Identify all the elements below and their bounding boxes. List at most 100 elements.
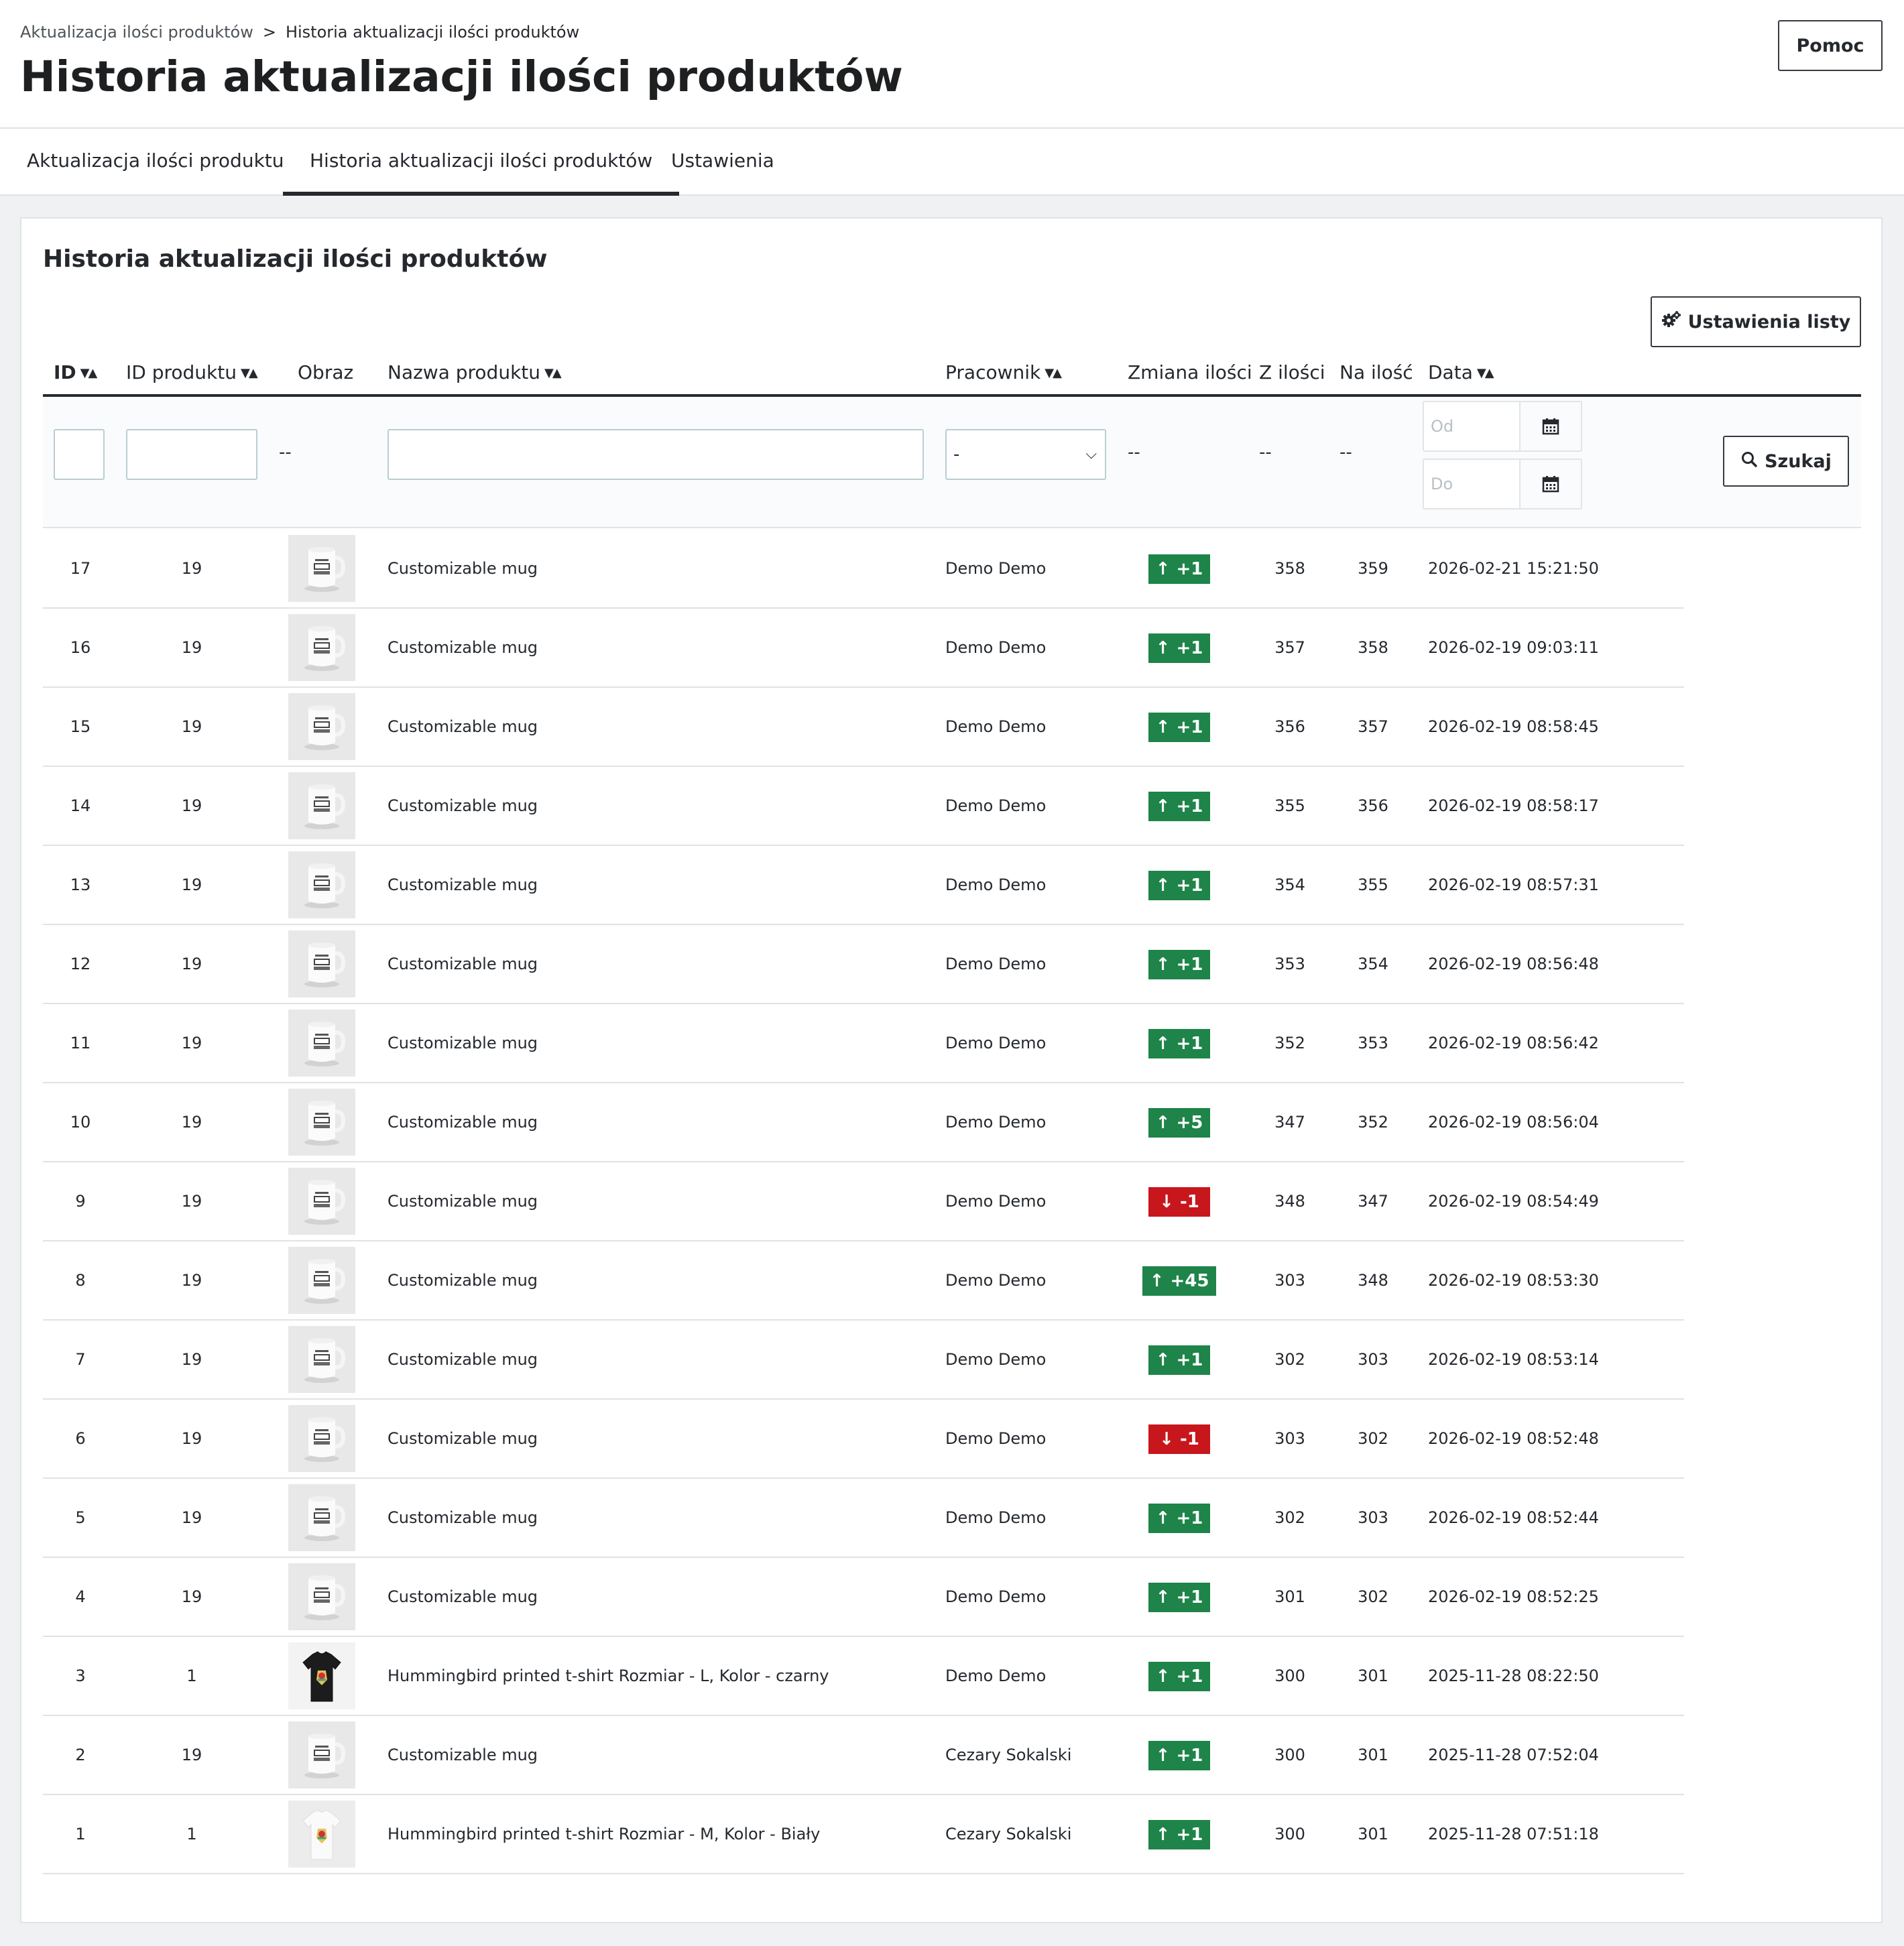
column-product-id-label: ID produktu <box>126 361 237 383</box>
cell-id: 1 <box>75 1825 86 1843</box>
table-row[interactable]: 9 19 Customizable mug Demo Demo ↓ -1 348 347 20… <box>43 1162 1684 1241</box>
table-row[interactable]: 11 19 Customizable mug Demo Demo ↑ +1 352 353 2… <box>43 1004 1684 1083</box>
quantity-change-badge: ↑ +1 <box>1148 1820 1210 1849</box>
filter-date-to-input[interactable]: Do <box>1423 459 1521 509</box>
cell-employee: Demo Demo <box>945 1192 1047 1211</box>
search-button[interactable]: Szukaj <box>1723 436 1849 487</box>
quantity-change-badge: ↑ +1 <box>1148 554 1210 584</box>
arrow-up-icon: ↑ <box>1149 1271 1171 1291</box>
cell-product-id: 19 <box>181 1034 202 1052</box>
table-row[interactable]: 14 19 Customizable mug Demo Demo ↑ +1 355 356 2… <box>43 767 1684 846</box>
product-thumbnail <box>288 1168 355 1235</box>
arrow-up-icon: ↑ <box>1155 638 1177 658</box>
sort-icon[interactable]: ▼▲ <box>1477 360 1494 387</box>
arrow-up-icon: ↑ <box>1155 1034 1177 1054</box>
calendar-icon[interactable] <box>1519 401 1582 452</box>
cell-product-id: 1 <box>186 1666 197 1685</box>
table-row[interactable]: 15 19 Customizable mug Demo Demo ↑ +1 356 357 2… <box>43 688 1684 767</box>
column-header-date: Data ▼▲ <box>1428 359 1494 387</box>
table-row[interactable]: 10 19 Customizable mug Demo Demo ↑ +5 347 352 2… <box>43 1083 1684 1162</box>
cell-from-quantity: 348 <box>1274 1192 1305 1211</box>
filter-product-id-input[interactable] <box>126 429 257 480</box>
calendar-icon[interactable] <box>1519 459 1582 509</box>
table-row[interactable]: 4 19 Customizable mug Demo Demo ↑ +1 301 302 20… <box>43 1558 1684 1637</box>
filter-change-empty: -- <box>1128 442 1140 463</box>
cell-date: 2025-11-28 07:52:04 <box>1428 1746 1599 1764</box>
filter-date-from-input[interactable]: Od <box>1423 401 1521 452</box>
breadcrumb-parent-link[interactable]: Aktualizacja ilości produktów <box>20 23 253 42</box>
cell-id: 5 <box>75 1508 86 1527</box>
table-row[interactable]: 12 19 Customizable mug Demo Demo ↑ +1 353 354 2… <box>43 925 1684 1004</box>
arrow-up-icon: ↑ <box>1155 559 1177 579</box>
table-row[interactable]: 1 1 Hummingbird printed t-shirt Rozmiar - … <box>43 1795 1684 1874</box>
cell-employee: Demo Demo <box>945 1113 1047 1132</box>
cell-id: 16 <box>70 638 91 657</box>
table-row[interactable]: 16 19 Customizable mug Demo Demo ↑ +1 357 358 2… <box>43 609 1684 688</box>
cell-employee: Demo Demo <box>945 638 1047 657</box>
cell-to-quantity: 301 <box>1358 1825 1388 1843</box>
cell-product-name: Customizable mug <box>388 717 538 736</box>
help-button[interactable]: Pomoc <box>1778 20 1883 71</box>
filter-product-name-input[interactable] <box>388 429 924 480</box>
list-settings-button[interactable]: Ustawienia listy <box>1651 296 1861 347</box>
tab-settings[interactable]: Ustawienia <box>644 129 801 196</box>
arrow-up-icon: ↑ <box>1155 1666 1177 1687</box>
table-row[interactable]: 5 19 Customizable mug Demo Demo ↑ +1 302 303 20… <box>43 1479 1684 1558</box>
quantity-change-badge: ↓ -1 <box>1148 1424 1210 1454</box>
cell-from-quantity: 353 <box>1274 955 1305 973</box>
quantity-change-value: +1 <box>1176 559 1203 579</box>
filter-from-empty: -- <box>1259 442 1272 463</box>
card-title: Historia aktualizacji ilości produktów <box>43 245 548 273</box>
cell-from-quantity: 303 <box>1274 1429 1305 1448</box>
filter-id-input[interactable] <box>54 429 105 480</box>
table-row[interactable]: 3 1 Hummingbird printed t-shirt Rozmiar - … <box>43 1637 1684 1716</box>
quantity-change-badge: ↓ -1 <box>1148 1187 1210 1217</box>
cell-employee: Demo Demo <box>945 1508 1047 1527</box>
cell-product-id: 19 <box>181 1350 202 1369</box>
cell-id: 13 <box>70 875 91 894</box>
sort-icon[interactable]: ▼▲ <box>544 360 562 387</box>
cell-date: 2026-02-19 08:53:30 <box>1428 1271 1599 1290</box>
table-row[interactable]: 7 19 Customizable mug Demo Demo ↑ +1 302 303 20… <box>43 1321 1684 1400</box>
cell-id: 12 <box>70 955 91 973</box>
cell-date: 2025-11-28 08:22:50 <box>1428 1666 1599 1685</box>
cell-from-quantity: 303 <box>1274 1271 1305 1290</box>
arrow-down-icon: ↓ <box>1159 1192 1180 1212</box>
quantity-change-badge: ↑ +1 <box>1148 1345 1210 1375</box>
product-thumbnail <box>288 1484 355 1551</box>
sort-icon[interactable]: ▼▲ <box>80 360 98 387</box>
filter-employee-select[interactable]: - ⌵ <box>945 429 1106 480</box>
cell-product-name: Customizable mug <box>388 1192 538 1211</box>
cell-id: 3 <box>75 1666 86 1685</box>
cell-product-name: Hummingbird printed t-shirt Rozmiar - M,… <box>388 1825 821 1843</box>
cell-to-quantity: 301 <box>1358 1666 1388 1685</box>
sort-icon[interactable]: ▼▲ <box>241 360 258 387</box>
table-row[interactable]: 2 19 Customizable mug Cezary Sokalski ↑ +1 30… <box>43 1716 1684 1795</box>
cell-product-name: Customizable mug <box>388 1350 538 1369</box>
cell-employee: Cezary Sokalski <box>945 1746 1072 1764</box>
cell-from-quantity: 300 <box>1274 1825 1305 1843</box>
cell-id: 7 <box>75 1350 86 1369</box>
table-row[interactable]: 8 19 Customizable mug Demo Demo ↑ +45 303 348 2… <box>43 1241 1684 1321</box>
cell-date: 2025-11-28 07:51:18 <box>1428 1825 1599 1843</box>
history-card: Historia aktualizacji ilości produktów U… <box>20 217 1883 1923</box>
table-row[interactable]: 6 19 Customizable mug Demo Demo ↓ -1 303 302 20… <box>43 1400 1684 1479</box>
product-thumbnail <box>288 851 355 918</box>
cell-id: 17 <box>70 559 91 578</box>
cell-from-quantity: 347 <box>1274 1113 1305 1132</box>
column-date-label: Data <box>1428 361 1473 383</box>
tab-quantity-update[interactable]: Aktualizacja ilości produktu <box>0 129 311 196</box>
cell-to-quantity: 302 <box>1358 1587 1388 1606</box>
table-row[interactable]: 17 19 Customizable mug Demo Demo ↑ +1 358 359 2… <box>43 530 1684 609</box>
product-thumbnail <box>288 1642 355 1709</box>
quantity-change-badge: ↑ +1 <box>1148 1583 1210 1612</box>
cell-from-quantity: 358 <box>1274 559 1305 578</box>
tab-quantity-history[interactable]: Historia aktualizacji ilości produktów <box>283 129 680 196</box>
sort-icon[interactable]: ▼▲ <box>1045 360 1062 387</box>
chevron-down-icon: ⌵ <box>1085 446 1097 463</box>
cell-employee: Demo Demo <box>945 1587 1047 1606</box>
breadcrumb: Aktualizacja ilości produktów > Historia a… <box>20 23 579 42</box>
cell-product-name: Customizable mug <box>388 1034 538 1052</box>
table-row[interactable]: 13 19 Customizable mug Demo Demo ↑ +1 354 355 2… <box>43 846 1684 925</box>
cell-to-quantity: 358 <box>1358 638 1388 657</box>
